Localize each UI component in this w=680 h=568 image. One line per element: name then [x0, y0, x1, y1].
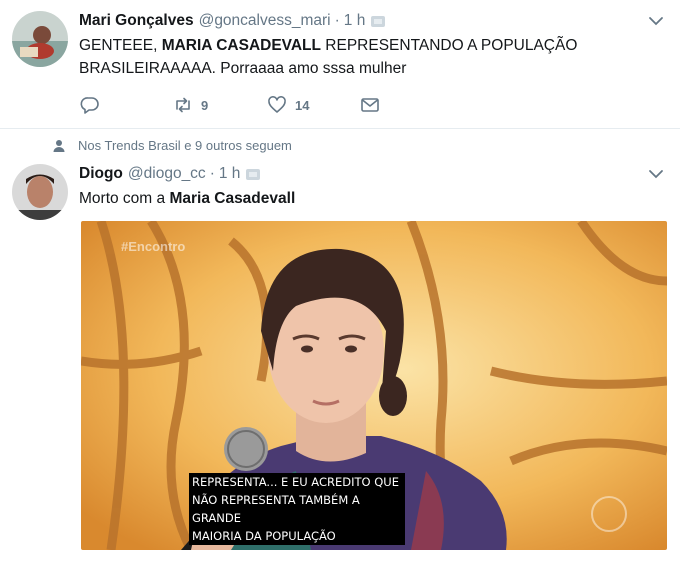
timestamp[interactable]: 1 h	[219, 165, 241, 183]
retweet-button[interactable]: 9	[173, 95, 208, 115]
chevron-down-icon[interactable]	[648, 166, 664, 182]
chevron-down-icon[interactable]	[648, 13, 664, 29]
video-subtitle: REPRESENTA... E EU ACREDITO QUE NÃO REPR…	[189, 473, 405, 545]
retweet-count: 9	[201, 97, 209, 113]
tweet-text-part: GENTEEE,	[79, 37, 162, 54]
like-button[interactable]: 14	[267, 95, 309, 115]
tweet-text-mention: Maria Casadevall	[169, 190, 296, 207]
separator-dot: ·	[334, 12, 340, 29]
subtitle-line: REPRESENTA... E EU ACREDITO QUE	[192, 475, 399, 489]
tweet-text-mention: MARIA CASADEVALL	[161, 37, 321, 54]
tweet-header: Mari Gonçalves @goncalvess_mari · 1 h	[79, 12, 386, 30]
divider	[0, 128, 680, 129]
username[interactable]: @goncalvess_mari	[199, 12, 331, 30]
tweet-text-part: Morto com a	[79, 190, 170, 207]
reply-icon	[80, 97, 99, 114]
media-badge-icon	[371, 15, 386, 27]
heart-icon	[268, 96, 286, 113]
avatar[interactable]	[12, 164, 68, 220]
subtitle-line: MAIORIA DA POPULAÇÃO	[192, 529, 336, 543]
separator-dot: ·	[209, 165, 215, 182]
reply-button[interactable]	[80, 95, 100, 115]
tweet-text: GENTEEE, MARIA CASADEVALL REPRESENTANDO …	[79, 34, 599, 80]
username[interactable]: @diogo_cc	[128, 165, 206, 183]
avatar-image	[12, 11, 68, 67]
tweet-media-image[interactable]: #Encontro REPRESENTA... E EU ACREDITO QU…	[81, 221, 667, 550]
display-name[interactable]: Diogo	[79, 165, 123, 183]
like-count: 14	[295, 97, 310, 113]
envelope-icon	[361, 98, 379, 112]
direct-message-button[interactable]	[360, 95, 380, 115]
retweet-icon	[176, 97, 190, 113]
subtitle-line: NÃO REPRESENTA TAMBÉM A GRANDE	[192, 493, 360, 525]
tweet-header: Diogo @diogo_cc · 1 h	[79, 165, 261, 183]
avatar-image	[12, 164, 68, 220]
tv-program-tag: #Encontro	[121, 239, 186, 254]
media-badge-icon	[246, 168, 261, 180]
timestamp[interactable]: 1 h	[344, 12, 366, 30]
avatar[interactable]	[12, 11, 68, 67]
tweet-actions: 9 14	[80, 95, 480, 115]
tv-logo-watermark	[591, 496, 627, 532]
tweet-mari[interactable]: Mari Gonçalves @goncalvess_mari · 1 h GE…	[0, 0, 680, 128]
tweet-text: Morto com a Maria Casadevall	[79, 187, 599, 210]
display-name[interactable]: Mari Gonçalves	[79, 12, 194, 30]
